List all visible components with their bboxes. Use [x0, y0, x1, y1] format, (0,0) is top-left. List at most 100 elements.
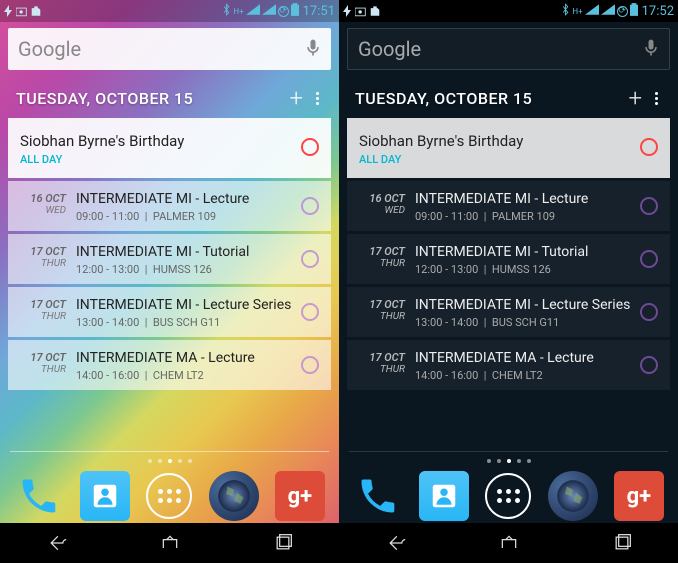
signal-icon: [585, 4, 599, 18]
contacts-app-icon[interactable]: [419, 471, 469, 521]
event-title: INTERMEDIATE MA - Lecture: [76, 350, 301, 366]
event-card[interactable]: 17 OCTTHUR INTERMEDIATE MI - Lecture Ser…: [347, 287, 670, 337]
widget-date-header: TUESDAY, OCTOBER 15: [16, 89, 281, 108]
back-button[interactable]: [45, 534, 69, 552]
sync-icon: ⟳: [617, 6, 628, 17]
add-event-button[interactable]: +: [620, 84, 650, 112]
calendar-widget: TUESDAY, OCTOBER 15 + Siobhan Byrne's Bi…: [8, 74, 331, 393]
recent-button[interactable]: [610, 534, 634, 552]
event-date: 17 OCTTHUR: [359, 244, 415, 269]
browser-app-icon[interactable]: [548, 471, 598, 521]
add-event-button[interactable]: +: [281, 84, 311, 112]
search-placeholder: Google: [358, 37, 641, 61]
app-drawer-icon[interactable]: [146, 473, 192, 519]
event-subtitle: 13:00 - 14:00 | BUS SCH G11: [415, 316, 640, 329]
bluetooth-icon: [222, 3, 231, 19]
event-date: 17 OCTTHUR: [20, 350, 76, 375]
event-card[interactable]: Siobhan Byrne's Birthday ALL DAY: [8, 118, 331, 178]
event-title: INTERMEDIATE MI - Tutorial: [415, 244, 640, 260]
bluetooth-icon: [561, 3, 570, 19]
event-card[interactable]: 16 OCTWED INTERMEDIATE MI - Lecture 09:0…: [8, 181, 331, 231]
event-date: 16 OCTWED: [20, 191, 76, 216]
notification-icon: [355, 6, 367, 17]
event-date: 17 OCTTHUR: [20, 244, 76, 269]
event-subtitle: 09:00 - 11:00 | PALMER 109: [415, 210, 640, 223]
notification-icon: [369, 6, 381, 17]
app-drawer-icon[interactable]: [485, 473, 531, 519]
status-bar[interactable]: H+ ⟳ 17:51: [0, 0, 339, 22]
overflow-menu-icon[interactable]: [311, 92, 325, 105]
event-date: 17 OCTTHUR: [359, 350, 415, 375]
search-bar[interactable]: Google: [8, 28, 331, 70]
mic-icon[interactable]: [303, 38, 321, 60]
event-card[interactable]: Siobhan Byrne's Birthday ALL DAY: [347, 118, 670, 178]
battery-icon: [630, 3, 638, 19]
event-subtitle: 09:00 - 11:00 | PALMER 109: [76, 210, 301, 223]
event-title: INTERMEDIATE MI - Tutorial: [76, 244, 301, 260]
signal-icon: [601, 4, 615, 18]
nav-bar: [0, 523, 339, 563]
clock: 17:52: [642, 4, 674, 19]
dock-divider: [349, 451, 668, 452]
dock: g+: [0, 467, 339, 523]
event-date: 16 OCTWED: [359, 191, 415, 216]
event-title: INTERMEDIATE MI - Lecture Series: [76, 297, 301, 313]
event-date: 17 OCTTHUR: [20, 297, 76, 322]
home-button[interactable]: [158, 534, 182, 552]
status-bar[interactable]: H+ ⟳ 17:52: [339, 0, 678, 22]
phone-app-icon[interactable]: [14, 471, 64, 521]
color-ring-icon: [301, 303, 319, 321]
signal-icon: [246, 4, 260, 18]
notification-icon: [4, 5, 14, 17]
dock: g+: [339, 467, 678, 523]
color-ring-icon: [640, 356, 658, 374]
back-button[interactable]: [384, 534, 408, 552]
color-ring-icon: [301, 197, 319, 215]
event-card[interactable]: 17 OCTTHUR INTERMEDIATE MI - Lecture Ser…: [8, 287, 331, 337]
phone-app-icon[interactable]: [353, 471, 403, 521]
event-card[interactable]: 17 OCTTHUR INTERMEDIATE MA - Lecture 14:…: [8, 340, 331, 390]
event-title: INTERMEDIATE MI - Lecture: [415, 191, 640, 207]
search-bar[interactable]: Google: [347, 28, 670, 70]
battery-icon: [291, 3, 299, 19]
gplus-app-icon[interactable]: g+: [614, 471, 664, 521]
event-title: Siobhan Byrne's Birthday: [359, 132, 640, 150]
contacts-app-icon[interactable]: [80, 471, 130, 521]
notification-icon: [343, 5, 353, 17]
overflow-menu-icon[interactable]: [650, 92, 664, 105]
mic-icon[interactable]: [641, 38, 659, 60]
event-allday: ALL DAY: [20, 153, 62, 166]
event-card[interactable]: 17 OCTTHUR INTERMEDIATE MA - Lecture 14:…: [347, 340, 670, 390]
recent-button[interactable]: [271, 534, 295, 552]
color-ring-icon: [640, 197, 658, 215]
sync-icon: ⟳: [278, 6, 289, 17]
event-subtitle: 12:00 - 13:00 | HUMSS 126: [415, 263, 640, 276]
event-title: INTERMEDIATE MI - Lecture Series: [415, 297, 640, 313]
event-subtitle: 14:00 - 16:00 | CHEM LT2: [415, 369, 640, 382]
nav-bar: [339, 523, 678, 563]
color-ring-icon: [301, 138, 319, 156]
page-indicator: [339, 455, 678, 467]
color-ring-icon: [640, 303, 658, 321]
event-card[interactable]: 17 OCTTHUR INTERMEDIATE MI - Tutorial 12…: [347, 234, 670, 284]
notification-icon: [16, 6, 28, 17]
event-title: Siobhan Byrne's Birthday: [20, 132, 301, 150]
event-title: INTERMEDIATE MI - Lecture: [76, 191, 301, 207]
event-date: 17 OCTTHUR: [359, 297, 415, 322]
calendar-widget: TUESDAY, OCTOBER 15 + Siobhan Byrne's Bi…: [347, 74, 670, 393]
event-card[interactable]: 16 OCTWED INTERMEDIATE MI - Lecture 09:0…: [347, 181, 670, 231]
widget-date-header: TUESDAY, OCTOBER 15: [355, 89, 620, 108]
network-type: H+: [572, 7, 582, 16]
event-subtitle: 13:00 - 14:00 | BUS SCH G11: [76, 316, 301, 329]
color-ring-icon: [301, 356, 319, 374]
gplus-app-icon[interactable]: g+: [275, 471, 325, 521]
event-subtitle: 12:00 - 13:00 | HUMSS 126: [76, 263, 301, 276]
phone-dark: H+ ⟳ 17:52 Google TUESDAY, OCTOBER 15 + …: [339, 0, 678, 563]
home-button[interactable]: [497, 534, 521, 552]
event-title: INTERMEDIATE MA - Lecture: [415, 350, 640, 366]
color-ring-icon: [640, 250, 658, 268]
signal-icon: [262, 4, 276, 18]
event-card[interactable]: 17 OCTTHUR INTERMEDIATE MI - Tutorial 12…: [8, 234, 331, 284]
page-indicator: [0, 455, 339, 467]
browser-app-icon[interactable]: [209, 471, 259, 521]
